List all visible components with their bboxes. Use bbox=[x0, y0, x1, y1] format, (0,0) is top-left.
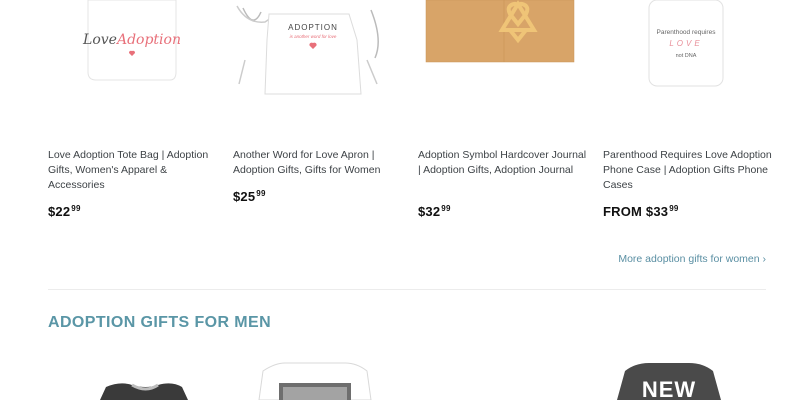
product-image[interactable] bbox=[418, 0, 588, 130]
product-image[interactable]: Parenthood requires LOVE not DNA bbox=[603, 0, 773, 130]
product-title[interactable]: Love Adoption Tote Bag | Adoption Gifts,… bbox=[48, 148, 218, 193]
product-title[interactable]: Parenthood Requires Love Adoption Phone … bbox=[603, 148, 773, 193]
svg-text:is another word for love: is another word for love bbox=[290, 34, 337, 39]
svg-text:LoveAdoption: LoveAdoption bbox=[82, 32, 181, 48]
product-card[interactable]: Adoption Symbol Hardcover Journal | Adop… bbox=[418, 0, 588, 219]
product-card[interactable]: Parenthood requires LOVE not DNA Parenth… bbox=[603, 0, 773, 219]
product-card[interactable]: LoveAdoption Love Adoption Tote Bag | Ad… bbox=[48, 0, 218, 219]
product-image[interactable] bbox=[430, 355, 600, 400]
apron-image: ADOPTION is another word for love bbox=[236, 5, 379, 95]
svg-text:LOVE: LOVE bbox=[669, 39, 702, 48]
product-image[interactable]: NEW bbox=[605, 355, 775, 400]
tshirt-image bbox=[100, 383, 188, 400]
svg-text:not DNA: not DNA bbox=[676, 53, 697, 59]
svg-text:ADOPTION: ADOPTION bbox=[288, 23, 338, 32]
section-title: ADOPTION GIFTS FOR MEN bbox=[48, 314, 272, 331]
product-price: $3299 bbox=[418, 204, 451, 219]
product-image[interactable]: ADOPTION is another word for love bbox=[233, 0, 403, 130]
svg-text:Parenthood requires: Parenthood requires bbox=[657, 29, 717, 36]
tshirt-image bbox=[258, 362, 372, 400]
product-price: $2299 bbox=[48, 204, 81, 219]
journal-image bbox=[425, 0, 575, 63]
section-divider bbox=[48, 289, 766, 290]
product-price: $2599 bbox=[233, 189, 266, 204]
product-price: FROM $3399 bbox=[603, 204, 679, 219]
tshirt-image: NEW bbox=[617, 363, 721, 400]
product-image[interactable] bbox=[60, 355, 230, 400]
tote-bag-image: LoveAdoption bbox=[82, 0, 181, 81]
product-image[interactable]: LoveAdoption bbox=[48, 0, 218, 130]
svg-text:NEW: NEW bbox=[642, 377, 696, 400]
product-image-blank bbox=[430, 355, 600, 400]
product-image[interactable] bbox=[245, 355, 415, 400]
phone-case-image: Parenthood requires LOVE not DNA bbox=[648, 0, 724, 87]
product-title[interactable]: Adoption Symbol Hardcover Journal | Adop… bbox=[418, 148, 588, 178]
product-title[interactable]: Another Word for Love Apron | Adoption G… bbox=[233, 148, 403, 178]
product-card[interactable]: ADOPTION is another word for love Anothe… bbox=[233, 0, 403, 204]
more-women-gifts-link[interactable]: More adoption gifts for women › bbox=[618, 253, 766, 265]
